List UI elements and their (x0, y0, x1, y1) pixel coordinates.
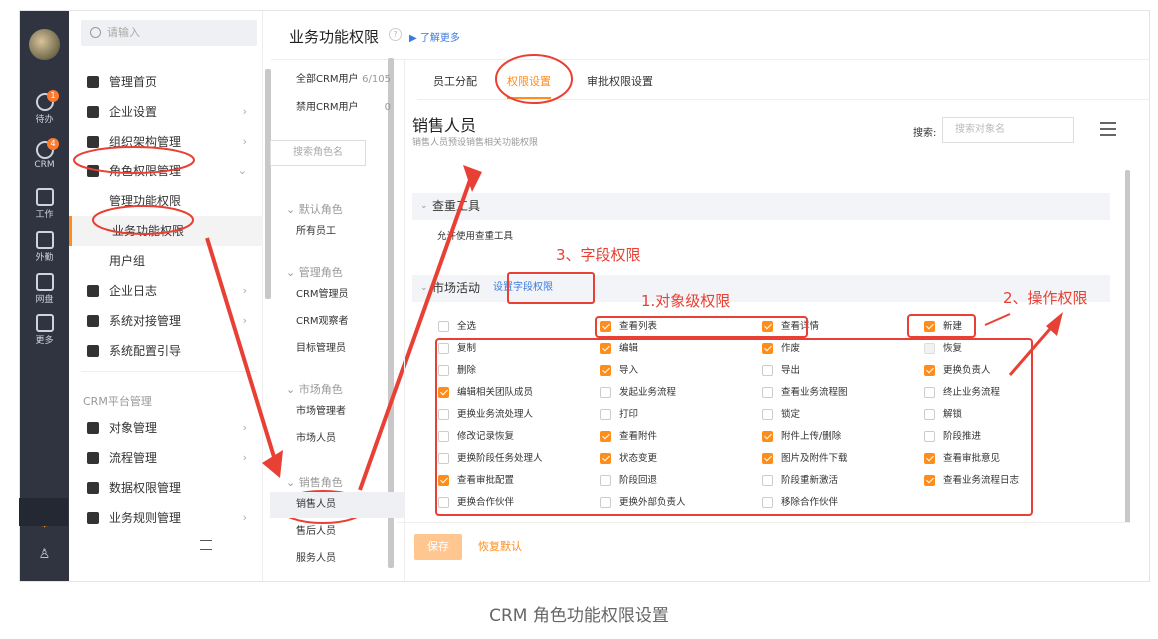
circle-perm-tab (495, 54, 573, 104)
figure-caption: CRM 角色功能权限设置 (489, 606, 669, 626)
role-group-name: 默认角色 (298, 203, 343, 216)
role-group-name: 销售角色 (298, 476, 343, 489)
box-actions (435, 338, 1033, 516)
role-item[interactable]: CRM观察者 (270, 309, 405, 335)
role-item[interactable]: 服务人员 (270, 546, 405, 572)
role-column: 全部CRM用户 6/105 禁用CRM用户 0 ⌄ 默认角色所有员工 ⌄ 管理角色 CRM管… (270, 59, 405, 582)
role-item[interactable]: CRM管理员 (270, 282, 405, 308)
role-item[interactable]: 售后人员 (270, 519, 405, 545)
role-disabled-count: 0 (384, 102, 391, 113)
role-item[interactable]: 销售人员 (270, 492, 405, 518)
annotation-layer (73, 54, 1063, 524)
role-item[interactable]: 目标管理员 (270, 336, 405, 362)
role-item[interactable]: 市场管理者 (270, 399, 405, 425)
circle-role-mgmt (73, 146, 195, 174)
role-group-title[interactable]: ⌄ 默认角色 (286, 201, 343, 217)
role-item[interactable]: 市场人员 (270, 426, 405, 452)
role-all-count: 6/105 (362, 74, 391, 85)
annotation-action: 2、操作权限 (1003, 289, 1088, 307)
role-group-name: 市场角色 (298, 383, 343, 396)
role-group-title[interactable]: ⌄ 销售角色 (286, 474, 343, 490)
annotation-field: 3、字段权限 (556, 246, 641, 264)
box-field (507, 272, 595, 304)
role-disabled-label: 禁用CRM用户 (296, 102, 359, 113)
role-disabled[interactable]: 禁用CRM用户 0 (270, 95, 405, 121)
role-all[interactable]: 全部CRM用户 6/105 (270, 67, 405, 93)
role-all-label: 全部CRM用户 (296, 74, 359, 85)
role-group-title[interactable]: ⌄ 市场角色 (286, 381, 343, 397)
box-object (595, 316, 808, 338)
role-item[interactable]: 所有员工 (270, 219, 405, 245)
box-new (907, 314, 976, 338)
annotation-object: 1.对象级权限 (641, 292, 731, 310)
circle-biz-perm (92, 205, 194, 235)
role-group-title[interactable]: ⌄ 管理角色 (286, 264, 343, 280)
role-group-name: 管理角色 (298, 266, 343, 279)
